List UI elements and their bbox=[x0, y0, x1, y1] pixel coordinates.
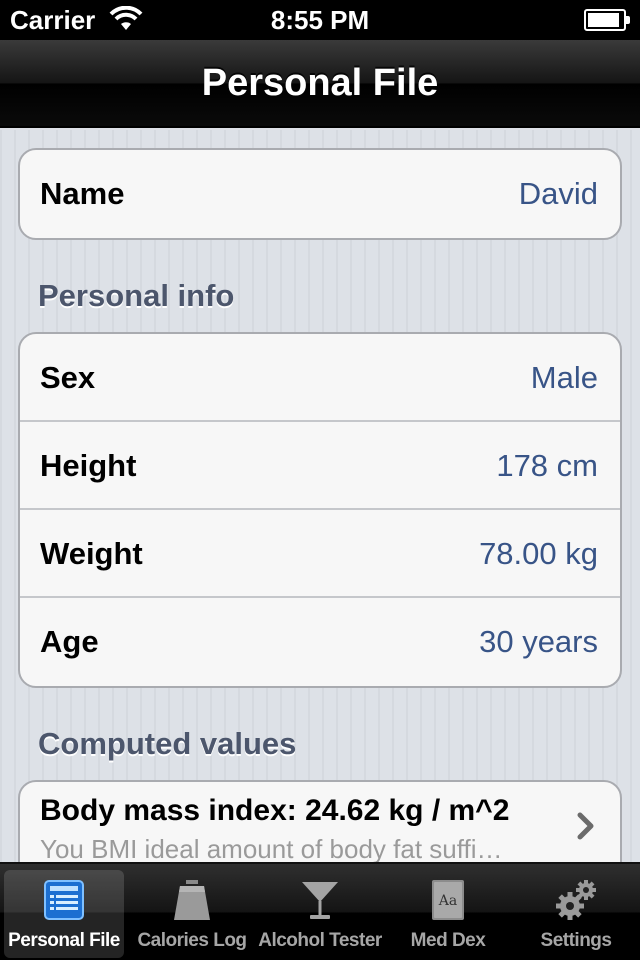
tab-settings[interactable]: Settings bbox=[516, 870, 636, 958]
row-value: 30 years bbox=[479, 624, 598, 659]
tab-label: Calories Log bbox=[137, 930, 247, 951]
tab-alcohol-tester[interactable]: Alcohol Tester bbox=[258, 870, 382, 958]
table-view[interactable]: Name David Personal info Sex Male Height… bbox=[0, 130, 640, 862]
computed-values-group: Body mass index: 24.62 kg / m^2 You BMI … bbox=[18, 780, 622, 862]
name-label: Name bbox=[40, 176, 125, 211]
dictionary-book-icon: Aa bbox=[432, 880, 464, 920]
tab-label: Personal File bbox=[8, 930, 120, 951]
tab-label: Settings bbox=[540, 930, 612, 951]
bmi-title: Body mass index: 24.62 kg / m^2 bbox=[40, 794, 510, 827]
row-value: 178 cm bbox=[496, 448, 598, 483]
cocktail-glass-icon bbox=[302, 882, 338, 919]
navigation-bar: Personal File bbox=[0, 40, 640, 128]
gears-icon bbox=[556, 880, 596, 920]
status-bar: Carrier 8:55 PM bbox=[0, 0, 640, 40]
age-row[interactable]: Age 30 years bbox=[20, 598, 620, 686]
tab-bar: Personal File Calories Log Alcohol Teste… bbox=[0, 862, 640, 960]
tab-label: Med Dex bbox=[410, 930, 486, 951]
height-row[interactable]: Height 178 cm bbox=[20, 422, 620, 510]
page-title: Personal File bbox=[201, 62, 439, 104]
svg-text:Aa: Aa bbox=[438, 893, 457, 909]
tab-calories-log[interactable]: Calories Log bbox=[132, 870, 252, 958]
row-label: Age bbox=[40, 624, 99, 659]
tab-label: Alcohol Tester bbox=[258, 930, 382, 951]
row-label: Weight bbox=[40, 536, 143, 571]
chevron-right-icon bbox=[577, 812, 594, 840]
scale-icon bbox=[174, 880, 210, 920]
name-value: David bbox=[518, 176, 598, 211]
tab-med-dex[interactable]: Aa Med Dex bbox=[388, 870, 508, 958]
row-value: Male bbox=[530, 360, 598, 395]
personal-info-group: Sex Male Height 178 cm Weight 78.00 kg A… bbox=[18, 332, 622, 688]
bmi-subtitle: You BMI ideal amount of body fat suffi… bbox=[40, 834, 503, 862]
battery-fill bbox=[588, 13, 619, 27]
sex-row[interactable]: Sex Male bbox=[20, 334, 620, 422]
battery-icon bbox=[584, 9, 630, 31]
row-label: Height bbox=[40, 448, 137, 483]
section-header-computed-values: Computed values bbox=[38, 726, 297, 761]
clock: 8:55 PM bbox=[270, 5, 370, 35]
row-label: Sex bbox=[40, 360, 96, 395]
name-group: Name David bbox=[18, 148, 622, 240]
name-row[interactable]: Name David bbox=[20, 150, 620, 238]
tab-personal-file[interactable]: Personal File bbox=[4, 870, 124, 958]
row-value: 78.00 kg bbox=[479, 536, 598, 571]
list-icon bbox=[44, 880, 84, 920]
weight-row[interactable]: Weight 78.00 kg bbox=[20, 510, 620, 598]
bmi-row[interactable]: Body mass index: 24.62 kg / m^2 You BMI … bbox=[20, 782, 620, 862]
section-header-personal-info: Personal info bbox=[38, 278, 235, 313]
